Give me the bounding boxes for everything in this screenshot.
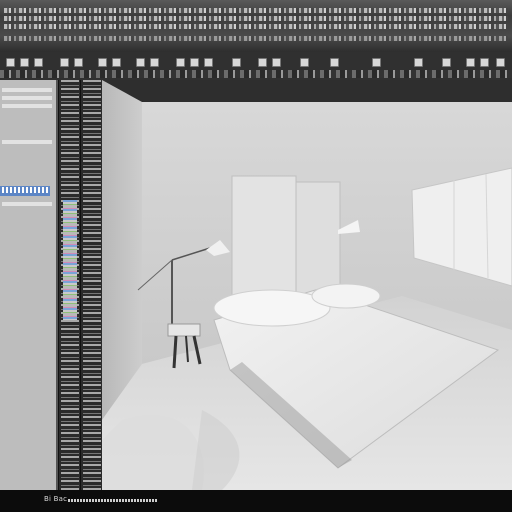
status-details — [68, 499, 158, 502]
tool-icon[interactable] — [372, 58, 381, 67]
tool-icon[interactable] — [60, 58, 69, 67]
tool-icon[interactable] — [74, 58, 83, 67]
tool-icon[interactable] — [496, 58, 505, 67]
panel-row[interactable] — [2, 140, 52, 144]
tool-icon[interactable] — [442, 58, 451, 67]
tool-icon[interactable] — [204, 58, 213, 67]
selected-row-label — [2, 187, 48, 193]
panel-row[interactable] — [2, 88, 52, 92]
ceiling-band — [102, 80, 512, 102]
tool-icon[interactable] — [34, 58, 43, 67]
menu-strip-icon — [0, 8, 512, 44]
tool-icon[interactable] — [480, 58, 489, 67]
headboard-panel — [231, 175, 297, 307]
property-column[interactable] — [58, 80, 82, 490]
tool-icon[interactable] — [330, 58, 339, 67]
tool-icon[interactable] — [98, 58, 107, 67]
menu-row[interactable] — [4, 8, 508, 13]
tool-icon[interactable] — [150, 58, 159, 67]
render-viewport[interactable] — [102, 80, 512, 490]
menu-bar[interactable] — [0, 0, 512, 53]
stool — [167, 323, 201, 337]
layers-panel[interactable] — [0, 80, 58, 490]
pillow — [311, 283, 381, 309]
selected-panel-row[interactable] — [0, 186, 50, 196]
property-list — [83, 80, 101, 490]
application-window: Bi Bac — [0, 0, 512, 512]
tool-icon[interactable] — [20, 58, 29, 67]
tool-icon[interactable] — [232, 58, 241, 67]
toolbar-strip — [0, 70, 512, 78]
panel-row[interactable] — [2, 202, 52, 206]
tool-icon[interactable] — [258, 58, 267, 67]
tool-icon[interactable] — [6, 58, 15, 67]
tool-icon[interactable] — [300, 58, 309, 67]
panel-row[interactable] — [2, 96, 52, 100]
status-bar: Bi Bac — [0, 490, 512, 512]
headboard-panel — [295, 181, 341, 303]
color-track — [63, 200, 77, 320]
tool-icon[interactable] — [190, 58, 199, 67]
tool-icon[interactable] — [112, 58, 121, 67]
tool-icon[interactable] — [466, 58, 475, 67]
bedroom-render — [102, 80, 512, 490]
status-text: Bi Bac — [44, 495, 68, 503]
tool-icon[interactable] — [414, 58, 423, 67]
tool-icon[interactable] — [272, 58, 281, 67]
menu-row[interactable] — [4, 16, 508, 21]
tool-icon[interactable] — [136, 58, 145, 67]
left-wall — [102, 80, 142, 420]
tool-icon[interactable] — [176, 58, 185, 67]
menu-row[interactable] — [4, 36, 508, 41]
menu-row[interactable] — [4, 24, 508, 29]
toolbar — [0, 52, 512, 81]
panel-row[interactable] — [2, 104, 52, 108]
property-column[interactable] — [80, 80, 104, 490]
